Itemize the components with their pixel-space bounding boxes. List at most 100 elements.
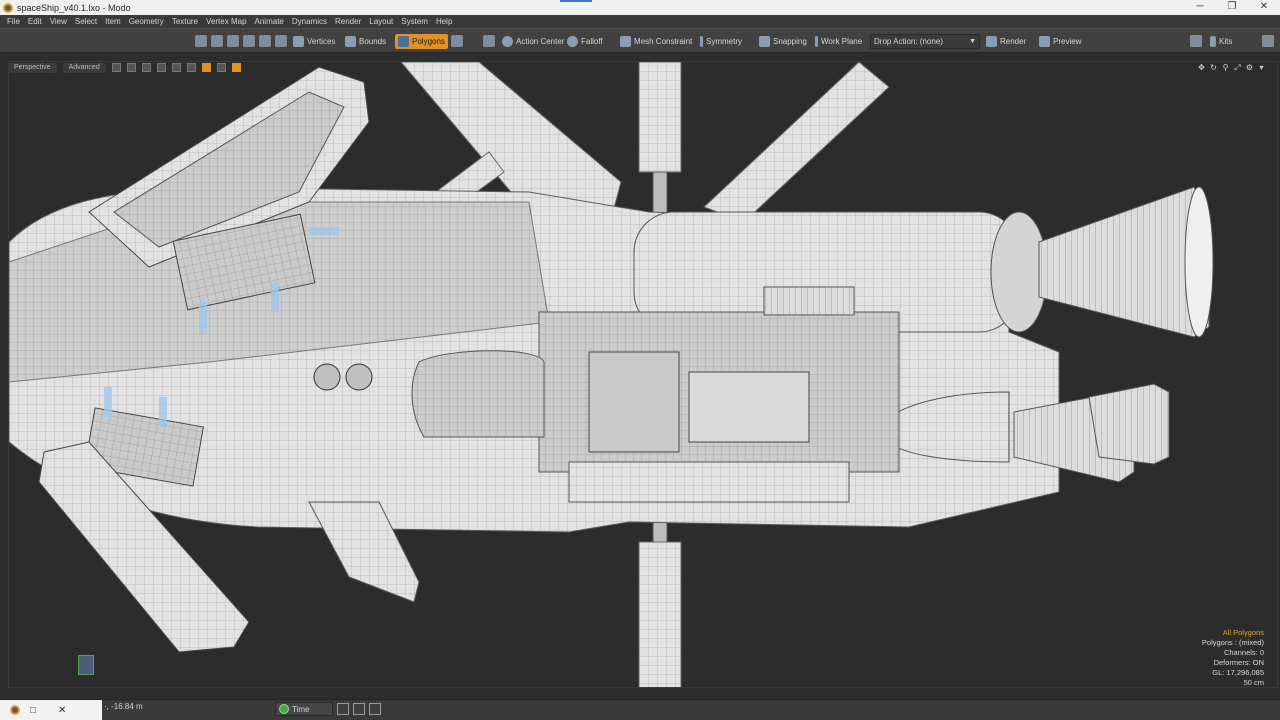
minimize-button[interactable]: ─ [1184,0,1216,15]
menu-view[interactable]: View [46,17,71,26]
search-icon[interactable] [1190,35,1202,47]
kits-button[interactable]: Kits [1207,34,1235,49]
maximize-button[interactable]: ❐ [1216,0,1248,15]
port-right [345,363,373,391]
polygon-count: Polygons : (mixed) [1201,638,1264,647]
pan-icon[interactable]: ✥ [1197,63,1206,72]
grid-toggle-icon[interactable] [126,63,136,72]
solar-panel-top-mid [638,62,682,173]
menu-file[interactable]: File [3,17,24,26]
symmetry-button[interactable]: Symmetry [697,34,745,49]
menu-edit[interactable]: Edit [24,17,46,26]
render-button[interactable]: Render [983,34,1029,49]
restore-icon[interactable]: □ [30,705,36,716]
spaceship-model [9,62,1214,687]
rotate-icon[interactable]: ↻ [1209,63,1218,72]
viewport-settings-icon[interactable]: ⚙ [1245,63,1254,72]
status-bar [0,699,1280,720]
side-nacelle [411,350,545,438]
preview-button[interactable]: Preview [1036,34,1084,49]
scene-stats-overlay: All Polygons Polygons : (mixed) Channels… [1202,628,1264,688]
effects-toggle-icon[interactable] [186,63,196,72]
mesh-constraint-button[interactable]: Mesh Constraint [617,34,695,49]
work-plane-button[interactable]: Work Plane [812,34,865,49]
taskbar-thumbnail[interactable]: □ ✕ [0,700,102,720]
action-center-button[interactable]: Action Center [499,34,567,49]
polygons-mode-button[interactable]: Polygons [395,34,448,49]
timeline-toggle-icon[interactable] [353,703,365,715]
time-toggle-button[interactable]: Time [275,702,333,716]
materials-mode-icon[interactable] [275,35,287,47]
solar-panel-top-right [703,62,890,223]
wireframe-toggle-icon[interactable] [111,63,121,72]
target-icon [502,36,513,47]
layout-toggle-icon[interactable] [337,703,349,715]
panel-toggle-icon[interactable] [1262,35,1274,47]
close-icon[interactable]: ✕ [58,705,66,716]
window-controls: ─ ❐ ✕ [1184,0,1280,15]
modo-app-icon [10,705,20,715]
clock-icon [279,704,289,714]
falloff-button[interactable]: Falloff [564,34,606,49]
dopesheet-toggle-icon[interactable] [369,703,381,715]
channel-count: Channels: 0 [1223,648,1264,657]
falloff-icon [567,36,578,47]
kits-icon [1210,36,1216,47]
view-type-dropdown[interactable]: Perspective [8,62,57,73]
light-toggle-icon[interactable] [171,63,181,72]
element-mode-icon[interactable] [451,35,463,47]
menu-animate[interactable]: Animate [251,17,288,26]
snapping-icon [759,36,770,47]
close-button[interactable]: ✕ [1248,0,1280,15]
machinery-detail-1 [588,351,680,453]
menu-layout[interactable]: Layout [365,17,397,26]
vertices-mode-button[interactable]: Vertices [290,34,338,49]
safe-area-toggle-icon[interactable] [216,63,226,72]
action-center-icon[interactable] [483,35,495,47]
gl-poly-count: GL: 17,296,085 [1212,668,1264,677]
camera-toggle-icon[interactable] [201,63,211,72]
menu-bar: File Edit View Select Item Geometry Text… [0,15,1280,28]
mesh-constraint-icon [620,36,631,47]
lasso-tool-icon[interactable] [227,35,239,47]
menu-texture[interactable]: Texture [168,17,202,26]
menu-dynamics[interactable]: Dynamics [288,17,331,26]
window-title: spaceShip_v40.1.lxo - Modo [17,2,131,13]
bounds-mode-button[interactable]: Bounds [342,34,389,49]
main-nozzle-rim [1184,186,1214,338]
select-through-icon[interactable] [211,35,223,47]
zoom-icon[interactable]: ⚲ [1221,63,1230,72]
drop-action-select[interactable]: Drop Action: (none) ▼ [870,34,980,49]
item-mode-icon[interactable] [259,35,271,47]
menu-item[interactable]: Item [101,17,125,26]
port-left [313,363,341,391]
preview-icon [1039,36,1050,47]
lower-engine-nozzle-2 [1088,383,1170,465]
menu-system[interactable]: System [397,17,432,26]
main-engine-nozzle [1038,186,1210,338]
modo-app-icon [3,2,13,13]
select-tool-icon[interactable] [195,35,207,47]
bounds-icon [345,36,356,47]
maximize-viewport-icon[interactable]: ⤢ [1233,63,1242,72]
viewport-navigation: ✥ ↻ ⚲ ⤢ ⚙ ▾ [1197,63,1266,72]
isolate-toggle-icon[interactable] [231,63,241,72]
texture-toggle-icon[interactable] [156,63,166,72]
render-icon [986,36,997,47]
menu-geometry[interactable]: Geometry [125,17,168,26]
lower-rail [568,461,850,503]
menu-render[interactable]: Render [331,17,365,26]
snapping-button[interactable]: Snapping [756,34,810,49]
symmetry-icon [700,36,703,47]
menu-select[interactable]: Select [71,17,101,26]
3d-viewport[interactable] [8,61,1278,688]
axis-orientation-gizmo [78,655,94,675]
background-toggle-icon[interactable] [141,63,151,72]
shading-mode-dropdown[interactable]: Advanced [62,62,106,73]
paint-select-icon[interactable] [243,35,255,47]
menu-help[interactable]: Help [432,17,456,26]
viewport-menu-icon[interactable]: ▾ [1257,63,1266,72]
grid-size: 50 cm [1243,678,1264,687]
menu-vertex-map[interactable]: Vertex Map [202,17,250,26]
title-accent-line [560,0,592,2]
